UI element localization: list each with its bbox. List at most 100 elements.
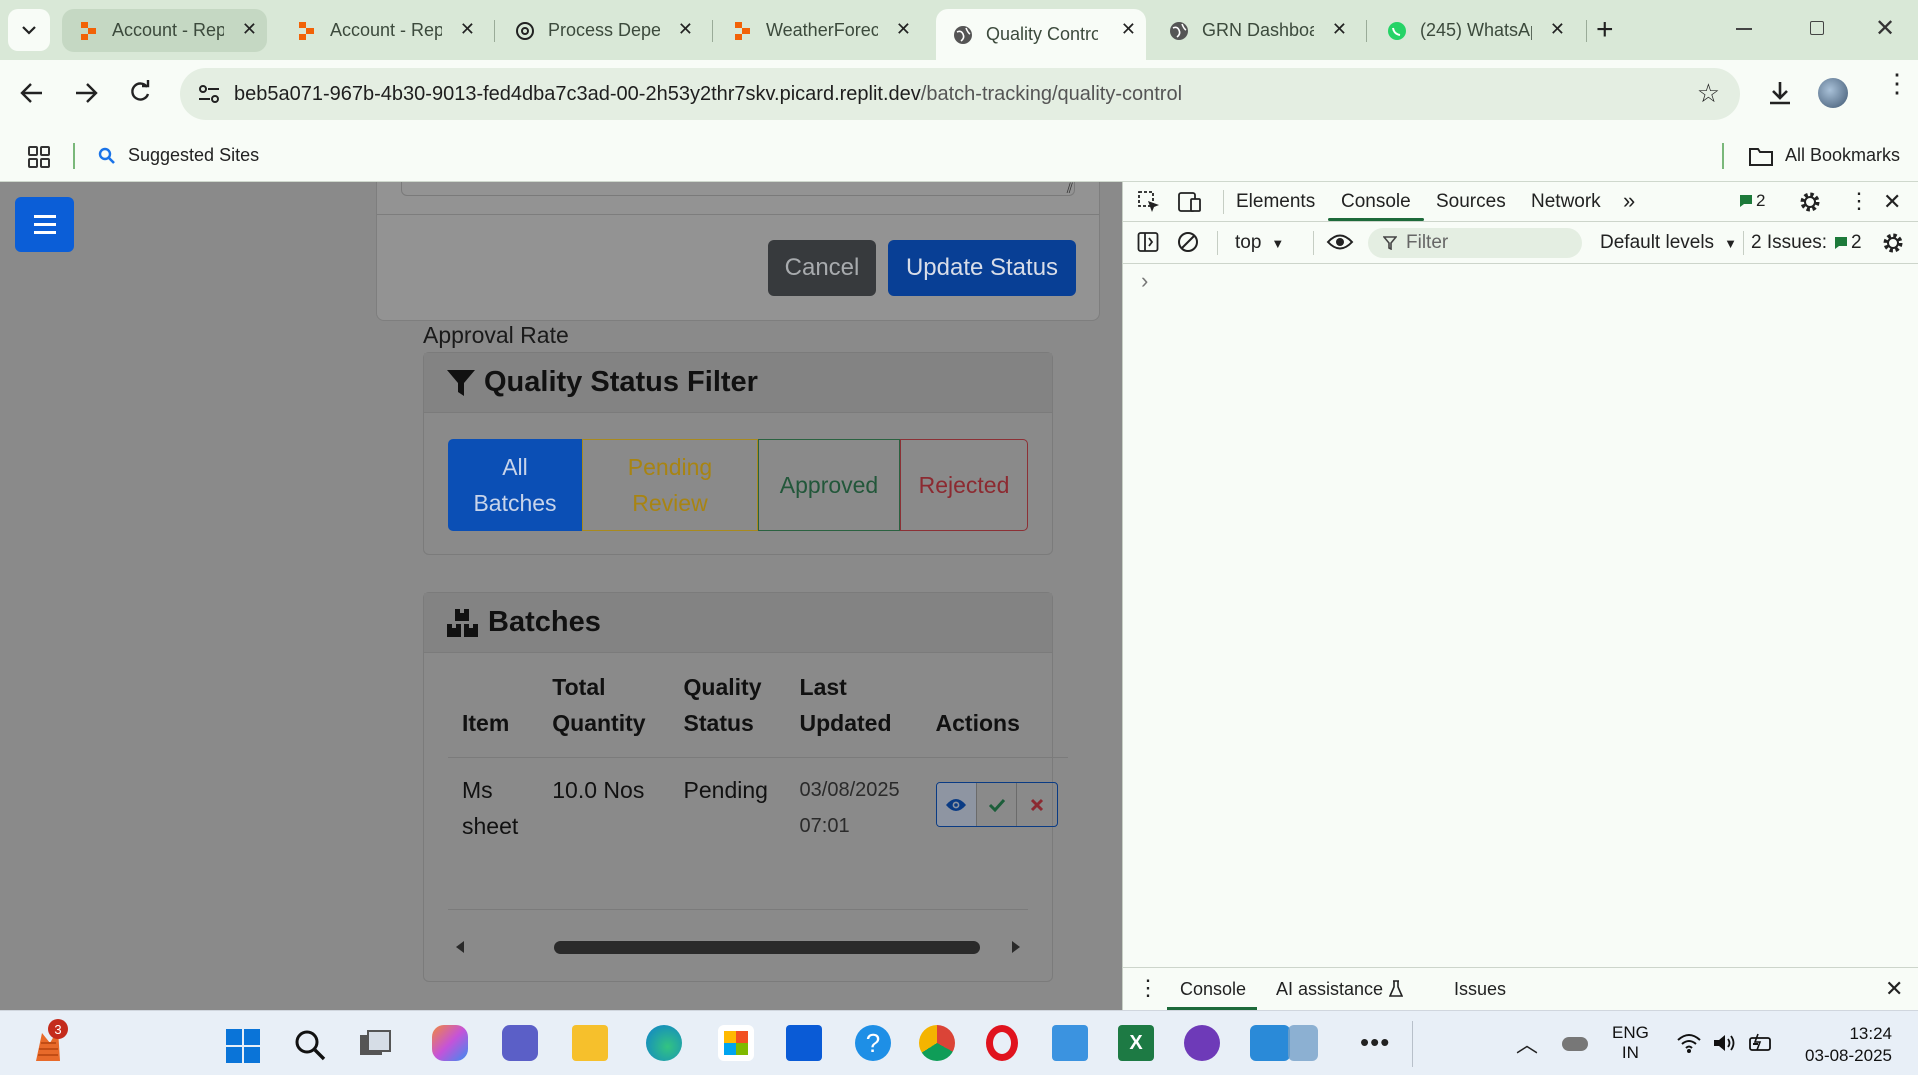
console-filter-input[interactable]: Filter [1368, 228, 1582, 258]
browser-tab-7[interactable]: (245) WhatsAp ✕ [1370, 9, 1575, 52]
close-icon[interactable]: ✕ [242, 19, 257, 40]
devtools-tab-elements[interactable]: Elements [1236, 191, 1315, 213]
window-close-button[interactable]: ✕ [1875, 14, 1895, 43]
clock[interactable]: 13:24 03-08-2025 [1796, 1023, 1892, 1067]
clear-console-icon[interactable] [1177, 231, 1199, 253]
notepad-icon[interactable] [1052, 1025, 1088, 1061]
search-icon[interactable] [294, 1029, 326, 1061]
language-indicator[interactable]: ENG IN [1612, 1023, 1649, 1063]
filter-approved[interactable]: Approved [758, 439, 900, 531]
help-icon[interactable]: ? [855, 1025, 891, 1061]
minimize-button[interactable] [1736, 28, 1752, 30]
context-selector[interactable]: top ▼ [1235, 232, 1284, 254]
close-icon[interactable]: ✕ [896, 19, 911, 40]
browser-tab-1[interactable]: Account - Rep ✕ [62, 9, 267, 52]
console-settings-gear-icon[interactable] [1881, 231, 1905, 255]
onedrive-icon[interactable] [1562, 1037, 1588, 1051]
drawer-close-icon[interactable]: ✕ [1885, 976, 1903, 1002]
all-bookmarks-button[interactable]: All Bookmarks [1749, 145, 1900, 166]
close-icon[interactable]: ✕ [1550, 19, 1565, 40]
horizontal-scrollbar[interactable] [448, 935, 1028, 959]
clock-date: 03-08-2025 [1805, 1046, 1892, 1065]
kebab-menu-icon[interactable]: ⋮ [1884, 70, 1910, 96]
drawer-tab-issues[interactable]: Issues [1454, 979, 1506, 1000]
filter-all-batches[interactable]: All Batches [448, 439, 582, 531]
address-bar[interactable]: beb5a071-967b-4b30-9013-fed4dba7c3ad-00-… [180, 68, 1740, 120]
settings-gear-icon[interactable] [1798, 190, 1822, 214]
opera-icon[interactable] [986, 1025, 1018, 1061]
copilot-icon[interactable] [432, 1025, 468, 1061]
visual-studio-icon[interactable] [1288, 1025, 1318, 1061]
myhp-icon[interactable] [786, 1025, 822, 1061]
battery-icon[interactable] [1748, 1033, 1774, 1053]
tab-search-button[interactable] [8, 9, 50, 51]
page-viewport: ⫽ Cancel Update Status Approval Rate Qua… [0, 182, 1122, 1010]
windows-start-icon[interactable] [226, 1029, 260, 1063]
back-icon[interactable] [20, 82, 44, 104]
log-levels-dropdown[interactable]: Default levels ▼ [1600, 232, 1737, 254]
close-icon[interactable]: ✕ [1121, 19, 1136, 40]
close-icon[interactable]: ✕ [678, 19, 693, 40]
bookmark-suggested-sites[interactable]: Suggested Sites [98, 145, 259, 166]
cancel-button[interactable]: Cancel [768, 240, 876, 296]
bookmark-star-icon[interactable]: ☆ [1697, 78, 1720, 109]
browser-tab-3[interactable]: Process Deper ✕ [498, 9, 703, 52]
file-explorer-icon[interactable] [572, 1025, 608, 1061]
update-status-button[interactable]: Update Status [888, 240, 1076, 296]
devtools-tab-sources[interactable]: Sources [1436, 191, 1506, 213]
wifi-icon[interactable] [1676, 1033, 1702, 1053]
sidebar-toggle-button[interactable] [15, 197, 74, 252]
sidebar-toggle-icon[interactable] [1137, 231, 1159, 253]
live-expression-eye-icon[interactable] [1326, 233, 1354, 251]
devtools-tab-network[interactable]: Network [1531, 191, 1601, 213]
more-tabs-icon[interactable]: » [1623, 188, 1635, 214]
scroll-right-icon[interactable] [1010, 941, 1022, 953]
teams-icon[interactable] [502, 1025, 538, 1061]
more-apps-icon[interactable]: ••• [1360, 1027, 1390, 1058]
console-prompt[interactable]: › [1141, 268, 1148, 294]
inspect-element-icon[interactable] [1137, 190, 1161, 214]
issues-counter[interactable]: 2 Issues: 2 [1751, 232, 1862, 254]
widgets-icon[interactable]: 3 [30, 1019, 68, 1063]
excel-icon[interactable]: X [1118, 1025, 1154, 1061]
view-button[interactable] [936, 783, 977, 826]
reload-icon[interactable] [128, 80, 152, 104]
filter-pending-review[interactable]: Pending Review [582, 439, 758, 531]
device-toolbar-icon[interactable] [1177, 190, 1203, 214]
drawer-menu-icon[interactable]: ⋮ [1137, 975, 1159, 1001]
browser-tab-6[interactable]: GRN Dashboa ✕ [1152, 9, 1357, 52]
volume-icon[interactable] [1712, 1033, 1736, 1053]
profile-avatar[interactable] [1818, 78, 1848, 108]
browser-tab-2[interactable]: Account - Rep ✕ [280, 9, 485, 52]
approve-button[interactable] [977, 783, 1018, 826]
vscode-icon[interactable] [1250, 1025, 1290, 1061]
restore-button[interactable] [1810, 21, 1824, 35]
devtools-menu-icon[interactable]: ⋮ [1848, 188, 1870, 214]
chevron-down-icon [22, 26, 36, 35]
close-icon[interactable]: ✕ [1332, 19, 1347, 40]
browser-tab-active[interactable]: Quality Contro ✕ [936, 9, 1146, 60]
devtools-tab-console[interactable]: Console [1341, 191, 1411, 213]
new-tab-button[interactable]: + [1596, 13, 1614, 47]
scroll-left-icon[interactable] [454, 941, 466, 953]
task-view-icon[interactable] [358, 1029, 392, 1059]
browser-tab-4[interactable]: WeatherForec ✕ [716, 9, 921, 52]
show-hidden-icons-icon[interactable]: ︿ [1516, 1027, 1538, 1059]
filter-rejected[interactable]: Rejected [900, 439, 1028, 531]
devtools-close-icon[interactable]: ✕ [1883, 189, 1901, 215]
drawer-tab-ai-assistance[interactable]: AI assistance [1276, 979, 1383, 1000]
github-desktop-icon[interactable] [1184, 1025, 1220, 1061]
microsoft-store-icon[interactable] [718, 1025, 754, 1061]
scrollbar-thumb[interactable] [554, 941, 980, 954]
apps-grid-icon[interactable] [28, 146, 50, 168]
chrome-icon[interactable] [919, 1025, 955, 1061]
reject-button[interactable] [1017, 783, 1056, 826]
forward-icon[interactable] [74, 82, 98, 104]
site-info-icon[interactable] [198, 84, 220, 104]
close-icon[interactable]: ✕ [460, 19, 475, 40]
drawer-tab-console[interactable]: Console [1180, 979, 1246, 1000]
messages-badge[interactable]: 2 [1739, 191, 1765, 211]
remarks-textarea[interactable] [401, 182, 1075, 196]
download-icon[interactable] [1767, 80, 1793, 106]
edge-icon[interactable] [646, 1025, 682, 1061]
